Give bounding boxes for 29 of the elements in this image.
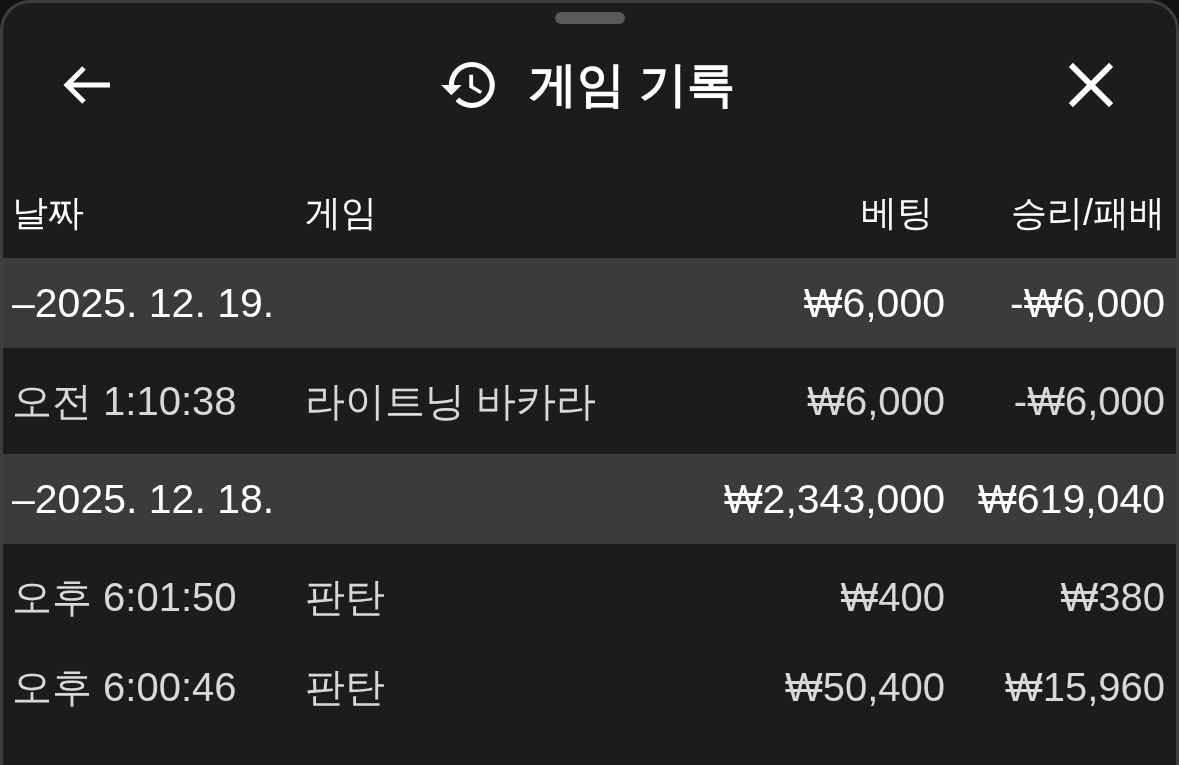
result-cell: ₩15,960 — [1004, 664, 1165, 710]
column-header: 게임 — [305, 190, 378, 235]
group-date: –2025. 12. 19. — [12, 279, 276, 327]
date-group-row[interactable]: –2025. 12. 19. ₩6,000 -₩6,000 — [3, 258, 1176, 348]
bet-cell: ₩50,400 — [784, 664, 945, 710]
column-header: 승리/패배 — [1011, 190, 1165, 235]
time-cell-text: 오전 1:10:38 — [12, 377, 238, 425]
time-cell-text: 오후 6:00:46 — [12, 663, 238, 711]
bet-cell: ₩6,000 — [807, 378, 945, 424]
history-icon — [441, 62, 496, 108]
back-arrow-icon — [62, 65, 112, 105]
date-group-row[interactable]: –2025. 12. 18. ₩2,343,000 ₩619,040 — [3, 454, 1176, 544]
group-bet-total: ₩2,343,000 — [723, 475, 945, 523]
close-icon — [1068, 62, 1114, 108]
result-cell: -₩6,000 — [1013, 378, 1165, 424]
group-date: –2025. 12. 18. — [12, 475, 276, 523]
bet-cell: ₩400 — [840, 574, 945, 620]
game-cell-text: 판탄 — [305, 663, 386, 711]
group-result-total: -₩6,000 — [1010, 279, 1165, 327]
window-title: 게임 기록 — [529, 57, 735, 113]
group-result-total: ₩619,040 — [978, 475, 1165, 523]
group-bet-total: ₩6,000 — [803, 279, 945, 327]
result-cell: ₩380 — [1060, 574, 1165, 620]
drag-handle[interactable] — [554, 12, 625, 24]
time-cell-text: 오후 6:01:50 — [12, 573, 238, 621]
column-header: 날짜 — [12, 190, 85, 235]
game-cell-text: 라이트닝 바카라 — [305, 377, 598, 425]
game-cell-text: 판탄 — [305, 573, 386, 621]
column-header: 베팅 — [861, 190, 934, 235]
